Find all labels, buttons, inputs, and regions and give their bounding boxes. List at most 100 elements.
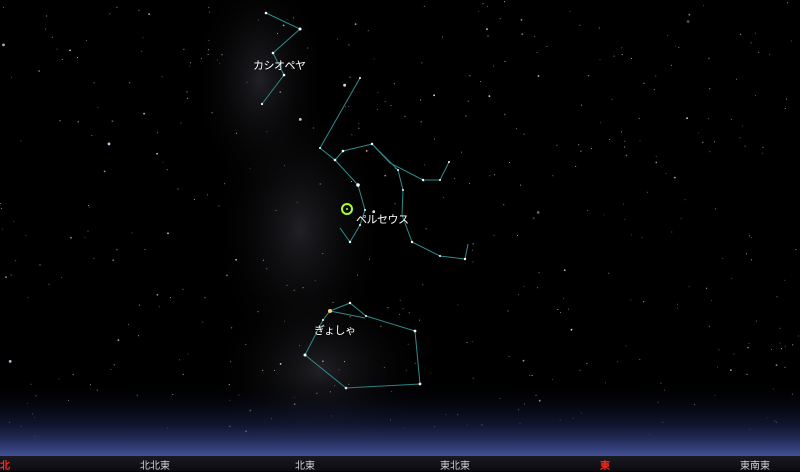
background-star	[284, 320, 286, 322]
background-star	[93, 257, 95, 259]
background-star	[504, 1, 506, 3]
background-star	[489, 175, 491, 177]
horizon-glow	[0, 380, 800, 456]
background-star	[609, 139, 611, 141]
background-star	[194, 198, 196, 200]
background-star	[93, 82, 95, 84]
background-star	[201, 58, 202, 59]
background-star	[430, 372, 432, 374]
background-star	[116, 249, 118, 251]
background-star	[414, 362, 416, 364]
background-star	[620, 131, 622, 133]
background-star	[111, 120, 114, 123]
constellation-label-cassiopeia[interactable]: カシオペヤ	[253, 57, 306, 73]
background-star	[646, 191, 648, 193]
background-star	[744, 145, 746, 147]
background-star	[393, 83, 395, 85]
background-star	[166, 169, 168, 171]
background-star	[442, 36, 443, 38]
background-star	[676, 307, 678, 309]
background-star	[517, 235, 518, 237]
background-star	[625, 154, 628, 157]
background-star	[349, 316, 351, 318]
compass-north-northeast[interactable]: 北北東	[140, 457, 170, 472]
background-star	[293, 289, 295, 291]
background-star	[730, 278, 732, 279]
background-star	[784, 366, 786, 368]
background-star	[70, 236, 72, 239]
background-star	[518, 294, 519, 296]
background-star	[673, 176, 676, 179]
background-star	[394, 203, 396, 205]
compass-east-northeast[interactable]: 東北東	[440, 457, 470, 472]
background-star	[741, 125, 743, 127]
background-star	[797, 335, 799, 337]
constellation-label-auriga[interactable]: ぎょしゃ	[314, 322, 356, 338]
background-star	[61, 58, 63, 60]
background-star	[569, 10, 571, 12]
background-star	[507, 310, 509, 312]
background-star	[499, 18, 501, 20]
background-star	[109, 13, 111, 15]
background-star	[235, 132, 237, 134]
background-star	[487, 5, 489, 7]
background-star	[286, 284, 288, 286]
background-star	[751, 259, 752, 261]
background-star	[279, 91, 282, 93]
background-star	[769, 54, 771, 56]
star-chart[interactable]	[0, 0, 800, 471]
background-star	[351, 181, 352, 182]
background-star	[718, 349, 720, 351]
background-star	[377, 109, 378, 110]
background-star	[357, 274, 359, 276]
background-star	[509, 162, 511, 163]
background-star	[61, 277, 63, 279]
compass-east-southeast[interactable]: 東南東	[740, 457, 770, 472]
background-star	[293, 17, 295, 19]
background-star	[671, 231, 673, 233]
background-star	[161, 76, 163, 78]
background-star	[230, 361, 231, 363]
background-star	[15, 260, 17, 262]
background-star	[504, 60, 506, 62]
background-star	[786, 98, 788, 100]
background-star	[112, 259, 115, 262]
background-star	[729, 369, 732, 372]
background-star	[419, 319, 420, 321]
background-star	[754, 95, 756, 96]
background-star	[503, 113, 506, 116]
constellation-label-perseus[interactable]: ペルセウス	[356, 211, 409, 227]
background-star	[209, 11, 211, 13]
background-star	[2, 43, 5, 47]
background-star	[224, 183, 225, 185]
background-star	[226, 274, 228, 277]
background-star	[665, 173, 667, 174]
background-star	[675, 45, 677, 47]
background-star	[44, 28, 46, 30]
background-star	[179, 359, 180, 361]
compass-north[interactable]: 北	[0, 457, 10, 472]
background-star	[434, 138, 436, 140]
compass-northeast[interactable]: 北東	[295, 457, 315, 472]
background-star	[84, 236, 86, 238]
background-star	[156, 132, 158, 134]
background-star	[129, 82, 131, 84]
background-star	[387, 307, 389, 309]
background-star	[262, 259, 264, 261]
background-star	[13, 220, 15, 222]
background-star	[733, 353, 735, 355]
background-star	[408, 312, 410, 314]
background-star	[373, 58, 375, 60]
background-star	[221, 54, 223, 56]
background-star	[711, 300, 712, 302]
background-star	[286, 19, 288, 21]
background-star	[186, 91, 188, 93]
background-star	[655, 155, 657, 157]
background-star	[471, 341, 473, 342]
background-star	[780, 348, 782, 350]
background-star	[616, 361, 618, 363]
compass-east[interactable]: 東	[600, 457, 610, 472]
background-star	[314, 280, 316, 282]
background-star	[56, 48, 58, 50]
background-star	[344, 106, 346, 108]
